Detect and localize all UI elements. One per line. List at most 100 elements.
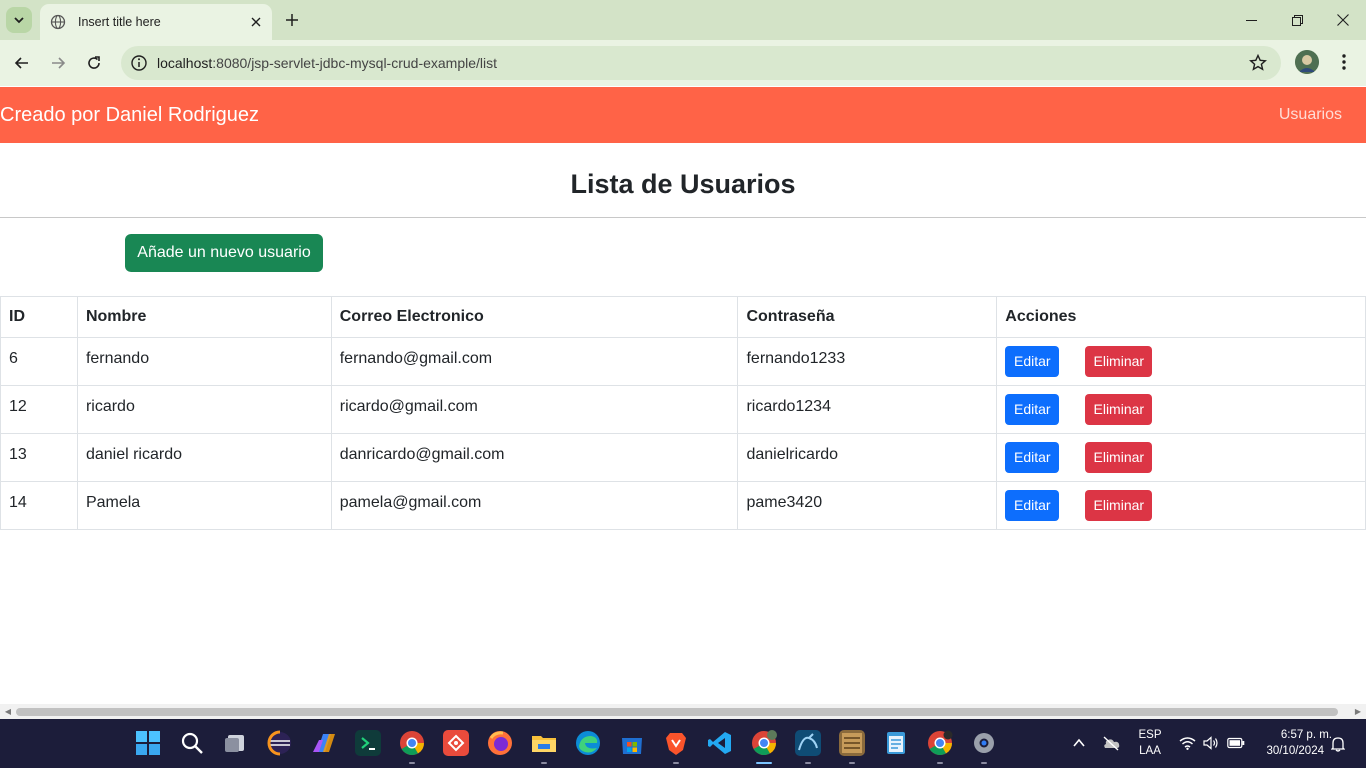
horizontal-scrollbar[interactable]: ◀ ▶: [0, 704, 1366, 719]
address-bar[interactable]: localhost:8080/jsp-servlet-jdbc-mysql-cr…: [121, 46, 1281, 80]
task-view-icon[interactable]: [223, 730, 249, 756]
chevron-up-icon[interactable]: [1073, 738, 1085, 748]
forward-button[interactable]: [44, 49, 72, 77]
browser-toolbar: localhost:8080/jsp-servlet-jdbc-mysql-cr…: [0, 40, 1366, 86]
wifi-icon[interactable]: [1179, 736, 1196, 750]
cell-id: 12: [0, 385, 78, 434]
clock-time[interactable]: 6:57 p. m.: [1252, 729, 1332, 741]
settings-icon[interactable]: [971, 730, 997, 756]
running-indicator: [849, 762, 855, 764]
column-header-password: Contraseña: [737, 296, 998, 338]
git-icon[interactable]: [443, 730, 469, 756]
column-header-email: Correo Electronico: [330, 296, 739, 338]
edit-button[interactable]: Editar: [1005, 490, 1060, 521]
edit-button[interactable]: Editar: [1005, 346, 1060, 377]
running-indicator: [409, 762, 415, 764]
navbar-brand[interactable]: Creado por Daniel Rodriguez: [0, 104, 259, 127]
site-info-icon[interactable]: [130, 54, 148, 72]
delete-button[interactable]: Eliminar: [1085, 394, 1153, 425]
scroll-right-arrow-icon[interactable]: ▶: [1353, 707, 1363, 717]
browser-tabbar: Insert title here: [0, 0, 1366, 40]
volume-icon[interactable]: [1203, 736, 1219, 750]
battery-icon[interactable]: [1227, 737, 1245, 749]
nav-link-usuarios[interactable]: Usuarios: [1279, 106, 1342, 124]
close-icon: [251, 17, 261, 27]
back-button[interactable]: [8, 49, 36, 77]
edit-button[interactable]: Editar: [1005, 394, 1060, 425]
file-explorer-icon[interactable]: [531, 730, 557, 756]
chrome-profile-icon[interactable]: [751, 730, 777, 756]
cell-email: ricardo@gmail.com: [330, 385, 739, 434]
start-icon[interactable]: [135, 730, 161, 756]
windows-logo-icon: [136, 731, 160, 755]
new-tab-button[interactable]: [280, 8, 304, 32]
minimize-button[interactable]: [1228, 0, 1274, 40]
restore-icon: [1291, 14, 1303, 26]
close-icon: [1337, 14, 1349, 26]
app-navbar: Creado por Daniel Rodriguez Usuarios: [0, 87, 1366, 143]
jar-tool-icon[interactable]: [839, 730, 865, 756]
running-indicator: [937, 762, 943, 764]
chrome-icon[interactable]: [399, 730, 425, 756]
mysql-workbench-icon[interactable]: [795, 730, 821, 756]
vscode-icon[interactable]: [707, 730, 733, 756]
copilot-icon[interactable]: [311, 730, 337, 756]
cell-name: fernando: [76, 337, 332, 386]
arrow-right-icon: [52, 57, 66, 69]
cell-password: ricardo1234: [737, 385, 998, 434]
cell-actions: Editar Eliminar: [996, 481, 1366, 530]
users-table: ID Nombre Correo Electronico Contraseña …: [0, 296, 1366, 530]
browser-menu-button[interactable]: [1333, 51, 1355, 73]
input-language[interactable]: ESP: [1136, 729, 1164, 741]
cell-id: 14: [0, 481, 78, 530]
avatar-icon: [1295, 50, 1319, 74]
onedrive-offline-icon[interactable]: [1102, 735, 1120, 751]
tab-search-button[interactable]: [6, 7, 32, 33]
cell-name: daniel ricardo: [76, 433, 332, 482]
store-icon[interactable]: [619, 730, 645, 756]
column-header-actions: Acciones: [996, 296, 1366, 338]
search-icon[interactable]: [179, 730, 205, 756]
edge-icon[interactable]: [575, 730, 601, 756]
eclipse-icon[interactable]: [267, 730, 293, 756]
divider: [0, 217, 1366, 218]
cell-password: danielricardo: [737, 433, 998, 482]
url-text[interactable]: localhost:8080/jsp-servlet-jdbc-mysql-cr…: [157, 55, 497, 71]
bookmark-star-icon[interactable]: [1249, 54, 1267, 72]
url-path: :8080/jsp-servlet-jdbc-mysql-crud-exampl…: [212, 55, 498, 71]
cell-password: pame3420: [737, 481, 998, 530]
restore-button[interactable]: [1274, 0, 1320, 40]
scroll-left-arrow-icon[interactable]: ◀: [3, 707, 13, 717]
cell-id: 13: [0, 433, 78, 482]
cell-password: fernando1233: [737, 337, 998, 386]
table-row: 6 fernando fernando@gmail.com fernando12…: [0, 337, 1366, 386]
firefox-icon[interactable]: [487, 730, 513, 756]
profile-avatar[interactable]: [1295, 50, 1319, 74]
notepad-icon[interactable]: [883, 730, 909, 756]
tab-close-button[interactable]: [244, 10, 268, 34]
chevron-down-icon: [14, 17, 24, 24]
url-host: localhost: [157, 55, 213, 71]
cell-id: 6: [0, 337, 78, 386]
notification-bell-icon[interactable]: [1331, 736, 1345, 752]
browser-tab[interactable]: Insert title here: [40, 4, 272, 40]
scrollbar-thumb[interactable]: [16, 708, 1338, 716]
cell-name: Pamela: [76, 481, 332, 530]
delete-button[interactable]: Eliminar: [1085, 490, 1153, 521]
edit-button[interactable]: Editar: [1005, 442, 1060, 473]
table-row: 12 ricardo ricardo@gmail.com ricardo1234…: [0, 385, 1366, 434]
cell-email: fernando@gmail.com: [330, 337, 739, 386]
add-user-button[interactable]: Añade un nuevo usuario: [125, 234, 323, 272]
delete-button[interactable]: Eliminar: [1085, 442, 1153, 473]
delete-button[interactable]: Eliminar: [1085, 346, 1153, 377]
cell-email: danricardo@gmail.com: [330, 433, 739, 482]
chrome-alt-icon[interactable]: [927, 730, 953, 756]
close-window-button[interactable]: [1320, 0, 1366, 40]
keyboard-layout[interactable]: LAA: [1136, 745, 1164, 757]
brave-icon[interactable]: [663, 730, 689, 756]
cell-actions: Editar Eliminar: [996, 433, 1366, 482]
terminal-icon[interactable]: [355, 730, 381, 756]
cell-actions: Editar Eliminar: [996, 337, 1366, 386]
clock-date[interactable]: 30/10/2024: [1252, 745, 1324, 757]
reload-button[interactable]: [80, 49, 108, 77]
